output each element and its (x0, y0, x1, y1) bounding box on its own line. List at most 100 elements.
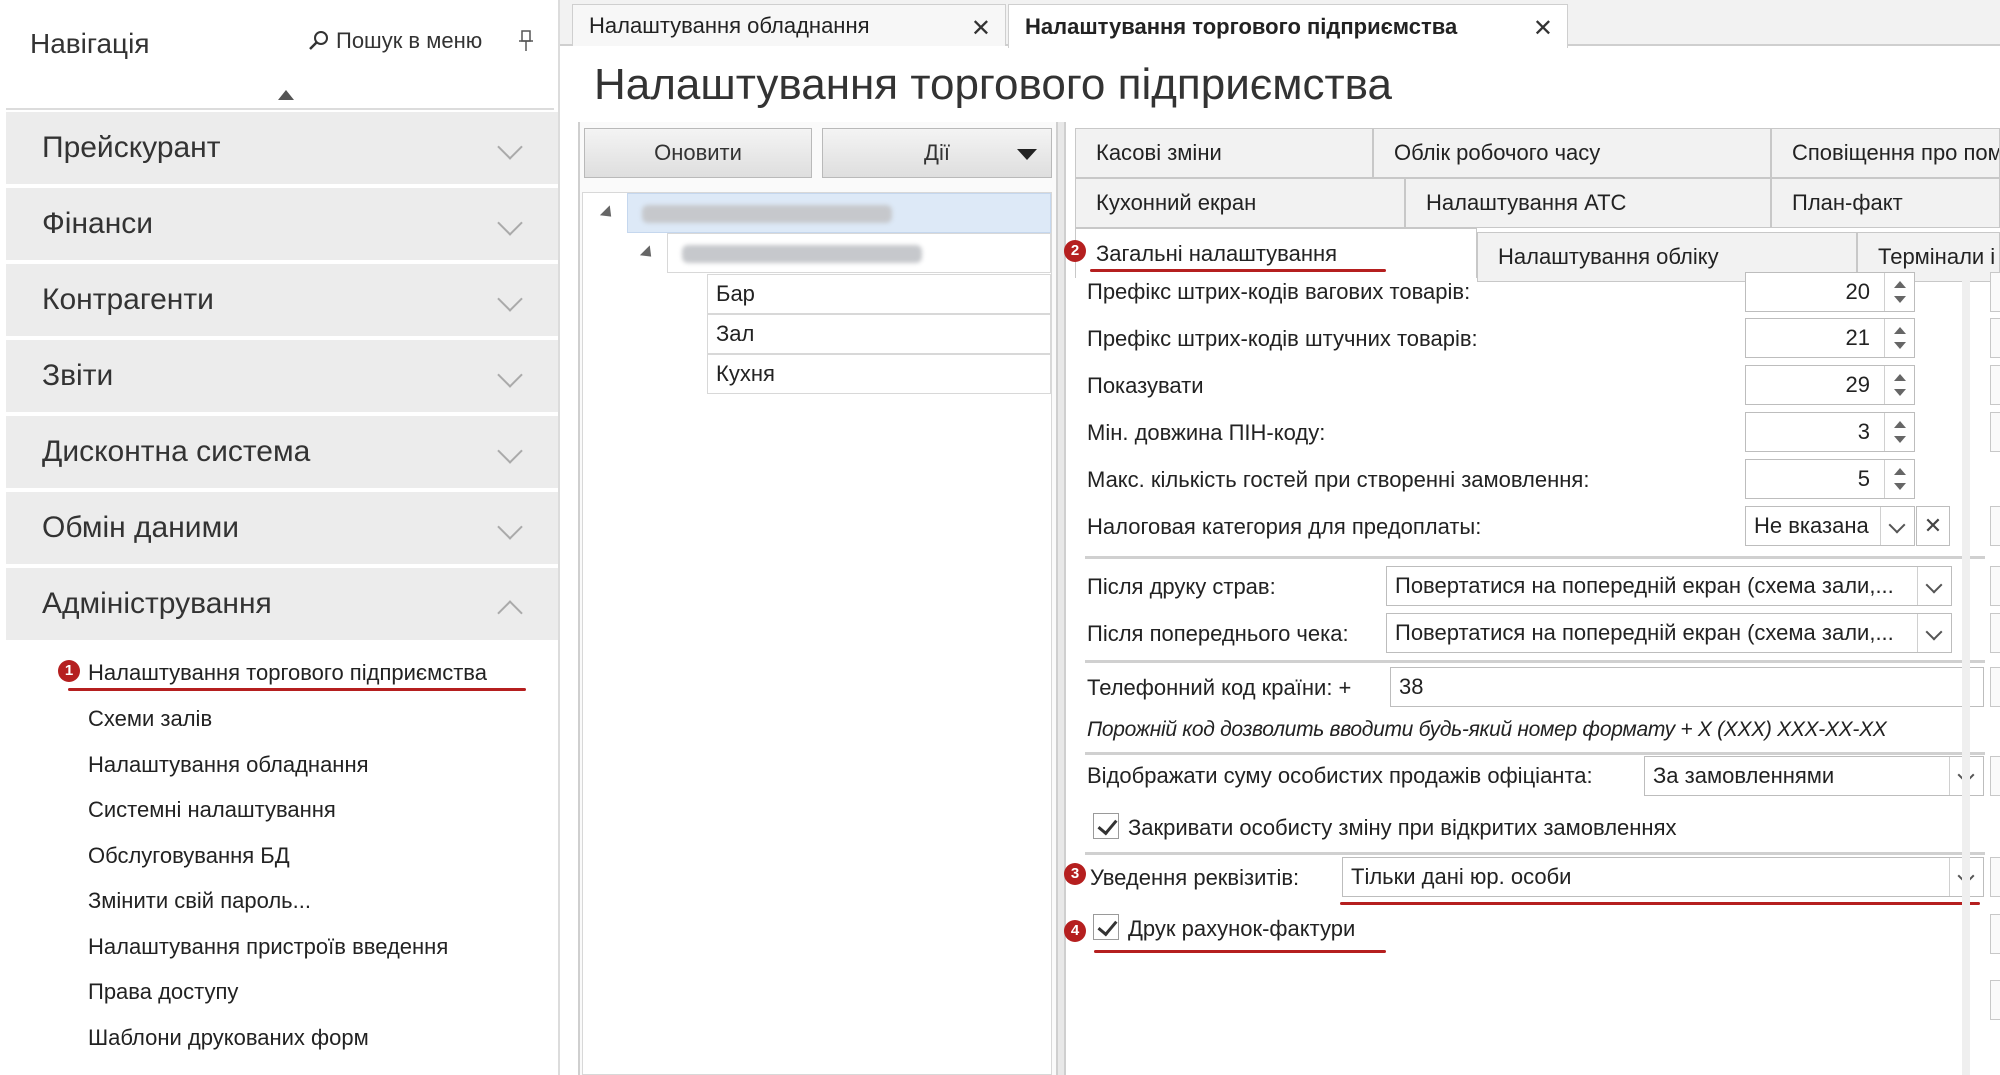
tree-row-hall[interactable]: Зал (707, 314, 1051, 354)
after-dish-print-value: Повертатися на попередній екран (схема з… (1395, 573, 1894, 598)
phone-code-value: 38 (1399, 674, 1424, 699)
clipped-control (1990, 857, 2000, 897)
tab-label: Термінали і (1878, 244, 1996, 269)
tree-row-kitchen[interactable]: Кухня (707, 354, 1051, 394)
pin-min-input[interactable]: 3 (1745, 412, 1915, 452)
actions-dropdown[interactable]: Дії (822, 128, 1052, 178)
tab-notifications[interactable]: Сповіщення про пом (1771, 128, 2000, 178)
spinner-icon[interactable] (1884, 273, 1914, 311)
nav-item-access-rights[interactable]: Права доступу (88, 979, 238, 1005)
tab-plan-fact[interactable]: План-факт (1771, 178, 2000, 228)
divider (1085, 752, 1985, 755)
nav-item-equipment-settings[interactable]: Налаштування обладнання (88, 752, 369, 778)
redacted-text (642, 205, 892, 223)
after-precheck-select[interactable]: Повертатися на попередній екран (схема з… (1386, 613, 1952, 653)
nav-item-enterprise-settings[interactable]: Налаштування торгового підприємства (88, 660, 487, 686)
tax-category-select[interactable]: Не вказана (1745, 506, 1915, 546)
close-icon[interactable]: ✕ (971, 14, 991, 43)
nav-section-reports[interactable]: Звіти (6, 340, 558, 414)
clipped-control (1990, 613, 2000, 653)
nav-section-label: Звіти (42, 359, 114, 392)
requisites-select[interactable]: Тільки дані юр. особи (1342, 857, 1984, 897)
phone-code-input[interactable]: 38 (1390, 667, 1984, 707)
nav-section-data-exchange[interactable]: Обмін даними (6, 492, 558, 566)
tree-row-bar[interactable]: Бар (707, 274, 1051, 314)
nav-search-button[interactable]: Пошук в меню (308, 28, 482, 54)
spinner-icon[interactable] (1884, 413, 1914, 451)
nav-item-system-settings[interactable]: Системні налаштування (88, 797, 336, 823)
personal-sales-select[interactable]: За замовленнями (1644, 756, 1984, 796)
annotation-badge-2: 2 (1064, 240, 1086, 262)
spinner-icon[interactable] (1884, 460, 1914, 498)
nav-section-label: Адміністрування (42, 587, 272, 620)
pin-icon[interactable] (518, 30, 534, 52)
tab-time-tracking[interactable]: Облік робочого часу (1373, 128, 1771, 178)
clipped-control (1990, 667, 2000, 707)
pin-min-label: Мін. довжина ПІН-коду: (1087, 420, 1326, 445)
chevron-down-icon (497, 210, 523, 236)
nav-section-discount[interactable]: Дисконтна система (6, 416, 558, 490)
annotation-badge-4: 4 (1064, 920, 1086, 942)
clipped-control (1990, 272, 2000, 312)
chevron-down-icon[interactable] (1917, 567, 1951, 605)
expand-arrow-icon[interactable] (599, 205, 617, 222)
tree-row-label: Зал (716, 321, 755, 346)
annotation-badge-1: 1 (58, 660, 80, 682)
nav-item-hall-schemes[interactable]: Схеми залів (88, 706, 212, 732)
annotation-underline (1340, 902, 1980, 905)
tab-cash-shifts[interactable]: Касові зміни (1075, 128, 1373, 178)
tab-kitchen-screen[interactable]: Кухонний екран (1075, 178, 1405, 228)
weight-prefix-input[interactable]: 20 (1745, 272, 1915, 312)
redacted-text (682, 245, 922, 263)
expand-arrow-icon[interactable] (639, 245, 657, 262)
clear-icon[interactable]: ✕ (1916, 506, 1950, 546)
weight-prefix-value: 20 (1845, 279, 1870, 304)
nav-item-print-templates[interactable]: Шаблони друкованих форм (88, 1025, 369, 1051)
page-title: Налаштування торгового підприємства (594, 60, 1392, 109)
chevron-down-icon (497, 514, 523, 540)
vertical-scrollbar[interactable] (1962, 280, 1970, 1075)
tab-enterprise-settings[interactable]: Налаштування торгового підприємства ✕ (1008, 4, 1568, 48)
collapse-up-icon[interactable] (278, 90, 294, 100)
refresh-button[interactable]: Оновити (584, 128, 812, 178)
close-shift-checkbox[interactable] (1093, 813, 1119, 839)
nav-section-finance[interactable]: Фінанси (6, 188, 558, 262)
piece-prefix-input[interactable]: 21 (1745, 318, 1915, 358)
clipped-control (1990, 365, 2000, 405)
max-guests-label: Макс. кількість гостей при створенні зам… (1087, 467, 1590, 492)
tab-equipment-settings[interactable]: Налаштування обладнання ✕ (572, 4, 1006, 46)
max-guests-input[interactable]: 5 (1745, 459, 1915, 499)
nav-item-change-password[interactable]: Змінити свій пароль... (88, 888, 311, 914)
after-dish-print-select[interactable]: Повертатися на попередній екран (схема з… (1386, 566, 1952, 606)
divider (1085, 556, 1985, 559)
nav-section-pricelist[interactable]: Прейскурант (6, 112, 558, 186)
weight-prefix-label: Префікс штрих-кодів вагових товарів: (1087, 279, 1471, 304)
chevron-down-icon (497, 286, 523, 312)
clipped-control (1990, 914, 2000, 954)
nav-section-administration[interactable]: Адміністрування (6, 568, 558, 642)
spinner-icon[interactable] (1884, 319, 1914, 357)
phone-code-label: Телефонний код країни: + (1087, 675, 1352, 700)
chevron-up-icon (497, 600, 523, 626)
pin-min-value: 3 (1857, 419, 1870, 444)
clipped-control (1990, 412, 2000, 452)
show-input[interactable]: 29 (1745, 365, 1915, 405)
show-label: Показувати (1087, 373, 1204, 398)
tab-pbx-settings[interactable]: Налаштування АТС (1405, 178, 1771, 228)
spinner-icon[interactable] (1884, 366, 1914, 404)
requisites-label: Уведення реквізитів: (1090, 865, 1300, 890)
close-icon[interactable]: ✕ (1533, 14, 1553, 43)
annotation-badge-3: 3 (1064, 863, 1086, 885)
max-guests-value: 5 (1857, 466, 1870, 491)
nav-item-db-maintenance[interactable]: Обслуговування БД (88, 843, 290, 869)
chevron-down-icon[interactable] (1880, 507, 1914, 545)
chevron-down-icon[interactable] (1917, 614, 1951, 652)
nav-section-label: Контрагенти (42, 283, 214, 316)
nav-section-counterparties[interactable]: Контрагенти (6, 264, 558, 338)
document-tab-bar: Налаштування обладнання ✕ Налаштування т… (560, 0, 2000, 48)
nav-item-input-devices[interactable]: Налаштування пристроїв введення (88, 934, 448, 960)
tree-row-enterprise[interactable] (627, 193, 1051, 233)
tree-row-department[interactable] (667, 233, 1051, 273)
tab-label: План-факт (1792, 190, 1903, 215)
print-invoice-checkbox[interactable] (1093, 914, 1119, 940)
